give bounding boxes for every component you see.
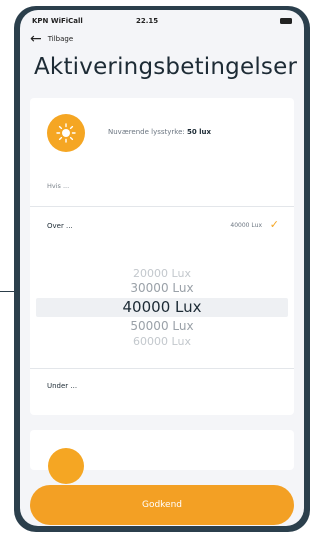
under-condition-row[interactable]: Under ... <box>47 382 77 390</box>
picker-option[interactable]: 40000 Lux <box>30 298 294 317</box>
over-value: 40000 Lux <box>230 222 262 229</box>
phone-frame: KPN WiFiCall 22.15 ← Tilbage Aktiverings… <box>14 6 310 532</box>
brightness-label: Nuværende lysstyrke: <box>108 128 185 136</box>
phone-screen: KPN WiFiCall 22.15 ← Tilbage Aktiverings… <box>20 10 304 526</box>
sun-icon <box>47 114 85 152</box>
page-title: Aktiveringsbetingelser <box>34 54 298 80</box>
lux-picker[interactable]: 20000 Lux 30000 Lux 40000 Lux 50000 Lux 6000… <box>30 258 294 378</box>
back-button[interactable]: ← Tilbage <box>30 31 74 47</box>
hvis-label: Hvis ... <box>47 182 70 190</box>
approve-label: Godkend <box>141 500 183 510</box>
sun-icon <box>48 448 84 484</box>
picker-option[interactable]: 60000 Lux <box>30 332 294 351</box>
over-condition-row[interactable]: Over ... <box>47 222 73 230</box>
next-condition-card <box>30 430 294 484</box>
brightness-readout: Nuværende lysstyrke: 50 lux <box>108 128 211 136</box>
status-bar: KPN WiFiCall 22.15 <box>20 10 304 32</box>
checkmark-icon: ✓ <box>269 218 279 231</box>
battery-icon <box>280 18 292 24</box>
carrier-label: KPN WiFiCall <box>32 17 83 25</box>
approve-button[interactable]: Godkend <box>30 485 294 525</box>
arrow-left-icon: ← <box>30 31 42 47</box>
back-label: Tilbage <box>47 35 74 43</box>
divider <box>30 206 294 207</box>
picker-option[interactable]: 30000 Lux <box>30 279 294 298</box>
brightness-value: 50 lux <box>186 128 212 136</box>
divider <box>30 368 294 369</box>
clock: 22.15 <box>136 17 159 25</box>
conditions-card: Nuværende lysstyrke: 50 lux Hvis ... Ove… <box>30 98 294 415</box>
